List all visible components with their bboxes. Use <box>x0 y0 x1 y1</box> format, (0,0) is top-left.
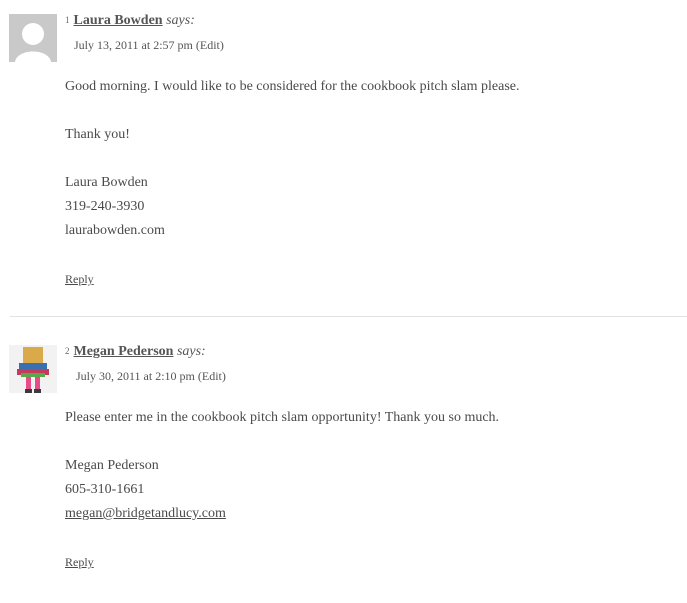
comment-text: laurabowden.com <box>65 223 165 238</box>
edit-link[interactable]: (Edit) <box>198 369 226 383</box>
says-label: says: <box>166 13 195 28</box>
default-person-icon <box>9 14 57 62</box>
comment-text: 605-310-1661 <box>65 482 145 497</box>
comment-text: Thank you! <box>65 127 130 142</box>
comment-text: Please enter me in the cookbook pitch sl… <box>65 410 500 425</box>
comment-header: 1 Laura Bowden says: <box>65 12 195 30</box>
comment-author-link[interactable]: Megan Pederson <box>74 344 174 359</box>
comment-text: Megan Pederson <box>65 458 159 473</box>
reply-link[interactable]: Reply <box>65 272 94 287</box>
comment-number: 2 <box>65 346 70 356</box>
comment-date: July 30, 2011 at 2:10 pm (Edit) <box>76 369 226 384</box>
comment-divider <box>10 316 687 317</box>
comment-text: Laura Bowden <box>65 175 148 190</box>
photo-avatar <box>9 345 57 393</box>
comment-text: Good morning. I would like to be conside… <box>65 79 520 94</box>
edit-link[interactable]: (Edit) <box>196 38 224 52</box>
comment-date-link[interactable]: July 30, 2011 at 2:10 pm <box>76 369 195 383</box>
comment-date-link[interactable]: July 13, 2011 at 2:57 pm <box>74 38 193 52</box>
email-link[interactable]: megan@bridgetandlucy.com <box>65 506 226 522</box>
comment-author-link[interactable]: Laura Bowden <box>74 13 163 28</box>
comment-number: 1 <box>65 15 70 25</box>
says-label: says: <box>176 344 206 359</box>
comment-text: 319-240-3930 <box>65 199 145 214</box>
comment-header: 2 Megan Pederson says: <box>65 343 206 361</box>
reply-link[interactable]: Reply <box>65 555 94 570</box>
comment-date: July 13, 2011 at 2:57 pm (Edit) <box>74 38 224 53</box>
